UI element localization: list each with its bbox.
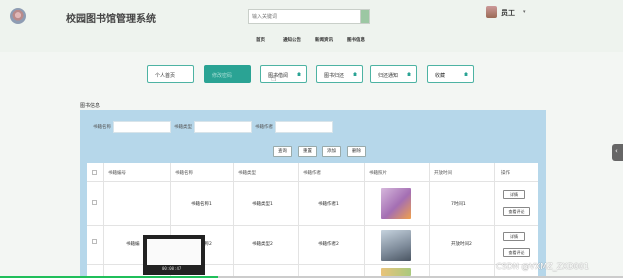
video-popup[interactable]: 00:00:47 xyxy=(143,235,205,275)
chevron-down-icon[interactable]: ▾ xyxy=(523,9,526,15)
table-divider xyxy=(103,163,104,278)
book-author: 书籍作者2 xyxy=(318,242,339,247)
book-photo xyxy=(381,268,411,276)
home-icon xyxy=(353,72,357,76)
search-button-filter[interactable]: 查询 xyxy=(273,146,292,157)
table-divider xyxy=(429,163,430,278)
tab-label: 图书归还 xyxy=(324,73,345,79)
view-comments-button[interactable]: 查看评论 xyxy=(503,248,530,257)
table-divider xyxy=(87,225,538,226)
table-divider xyxy=(494,163,495,278)
home-icon xyxy=(407,72,411,76)
filter-label-name: 书籍名称 xyxy=(93,125,111,130)
header: 校园图书馆管理系统 员工 ▾ 首页 通知公告 新闻资讯 图书信息 xyxy=(0,0,623,52)
detail-button[interactable]: 详情 xyxy=(503,190,525,199)
table-divider xyxy=(298,163,299,278)
tab-borrow[interactable]: 图书借阅 xyxy=(260,65,307,83)
tab-profile[interactable]: 个人首页 xyxy=(147,65,194,83)
book-id: 书籍编 xyxy=(126,242,140,247)
book-type: 书籍类型1 xyxy=(252,202,273,207)
column-header: 操作 xyxy=(501,171,510,176)
nav-notice[interactable]: 通知公告 xyxy=(283,37,301,43)
side-panel-toggle[interactable]: ‹ xyxy=(612,144,623,161)
column-header: 开放时间 xyxy=(434,171,452,176)
row-checkbox[interactable] xyxy=(92,239,97,244)
select-all-checkbox[interactable] xyxy=(92,170,97,175)
tab-return[interactable]: 图书归还 xyxy=(316,65,363,83)
detail-button[interactable]: 详情 xyxy=(503,232,525,241)
nav-books[interactable]: 图书信息 xyxy=(347,37,365,43)
avatar[interactable] xyxy=(486,6,497,18)
open-time: 7时间1 xyxy=(451,202,466,207)
home-icon xyxy=(297,72,301,76)
table-divider xyxy=(87,181,538,182)
reset-button[interactable]: 重置 xyxy=(298,146,317,157)
book-photo xyxy=(381,188,411,219)
column-header: 书籍编号 xyxy=(108,171,126,176)
tab-change-password[interactable]: 修改密码 xyxy=(204,65,251,83)
add-button[interactable]: 添加 xyxy=(322,146,341,157)
user-tabs: 个人首页 修改密码 图书借阅 图书归还 归还通知 收藏 xyxy=(0,65,623,84)
row-checkbox[interactable] xyxy=(92,200,97,205)
user-name[interactable]: 员工 xyxy=(501,8,515,18)
logo-icon xyxy=(10,8,26,24)
filter-author-input[interactable] xyxy=(275,121,333,133)
book-name: 书籍名称1 xyxy=(191,202,212,207)
nav-news[interactable]: 新闻资讯 xyxy=(315,37,333,43)
table-divider xyxy=(233,163,234,278)
search-input[interactable] xyxy=(252,12,357,22)
section-title: 图书信息 xyxy=(80,103,101,109)
column-header: 书籍名称 xyxy=(175,171,193,176)
tab-favorites[interactable]: 收藏 xyxy=(427,65,474,83)
video-time: 00:00:47 xyxy=(162,266,182,271)
watermark: CSDN @VXMZ_ZXD001 xyxy=(496,262,590,271)
site-title: 校园图书馆管理系统 xyxy=(66,14,156,25)
tab-label: 个人首页 xyxy=(155,73,176,79)
tab-label: 收藏 xyxy=(435,73,446,79)
column-header: 书籍作者 xyxy=(303,171,321,176)
chevron-left-icon: ‹ xyxy=(615,147,618,155)
delete-button[interactable]: 删除 xyxy=(347,146,366,157)
tab-label: 修改密码 xyxy=(212,73,233,79)
book-type: 书籍类型2 xyxy=(252,242,273,247)
filter-type-input[interactable] xyxy=(194,121,252,133)
table-divider xyxy=(364,163,365,278)
view-comments-button[interactable]: 查看评论 xyxy=(503,207,530,216)
filter-name-input[interactable] xyxy=(113,121,171,133)
open-time: 开放时间2 xyxy=(451,242,472,247)
nav-home[interactable]: 首页 xyxy=(256,37,265,43)
book-author: 书籍作者1 xyxy=(318,202,339,207)
search-box xyxy=(248,9,370,24)
filter-label-type: 书籍类型 xyxy=(174,125,192,130)
column-header: 书籍照片 xyxy=(369,171,387,176)
search-button[interactable] xyxy=(360,10,369,23)
home-icon xyxy=(464,72,468,76)
filter-label-author: 书籍作者 xyxy=(255,125,273,130)
book-photo xyxy=(381,230,411,261)
tab-label: 归还通知 xyxy=(378,73,399,79)
tab-return-notice[interactable]: 归还通知 xyxy=(370,65,417,83)
mouse-cursor-icon: ☝ xyxy=(271,74,277,84)
column-header: 书籍类型 xyxy=(238,171,256,176)
video-preview xyxy=(147,239,201,265)
